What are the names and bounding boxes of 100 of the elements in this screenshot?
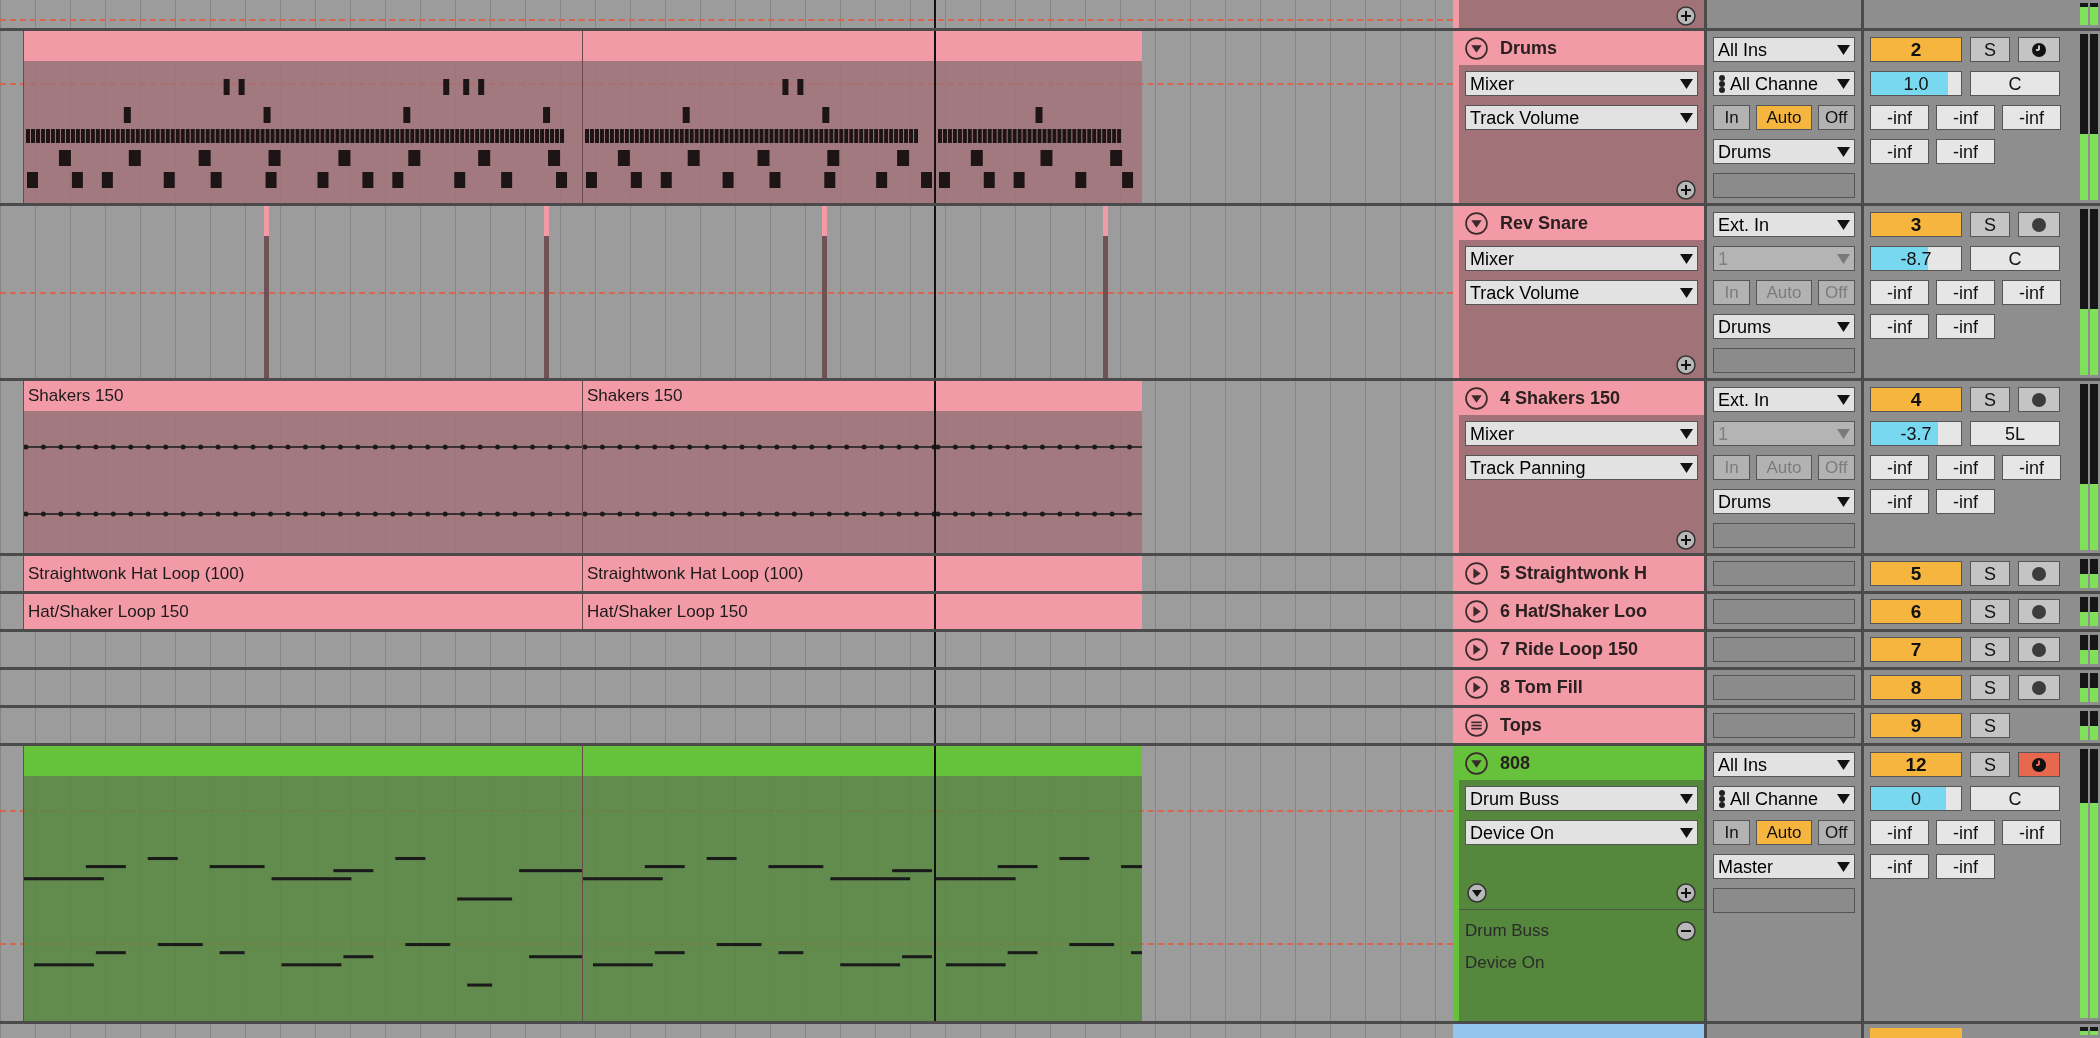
plus-icon[interactable] [1676, 180, 1696, 200]
arm-button[interactable] [2018, 212, 2060, 237]
solo-button[interactable]: S [1970, 37, 2010, 62]
input-type-dropdown[interactable]: Ext. In [1713, 387, 1855, 412]
fold-right-icon[interactable] [1465, 676, 1488, 699]
minus-icon[interactable] [1676, 920, 1696, 941]
track-number-button[interactable]: 12 [1870, 752, 1962, 777]
audio-clip[interactable] [544, 206, 549, 378]
track-name-bar[interactable]: 5 Straightwonk H [1459, 556, 1704, 591]
audio-clip[interactable] [1103, 206, 1108, 378]
track-number-button[interactable]: 4 [1870, 387, 1962, 412]
pan-field[interactable]: C [1970, 786, 2060, 811]
solo-button[interactable]: S [1970, 561, 2010, 586]
solo-button[interactable]: S [1970, 387, 2010, 412]
track-number-button[interactable]: 8 [1870, 675, 1962, 700]
peak-field[interactable]: -inf [1936, 139, 1995, 164]
track-name-bar[interactable]: 808 [1459, 746, 1704, 780]
send-field[interactable]: -inf [1870, 820, 1929, 845]
arm-button[interactable] [2018, 752, 2060, 777]
audio-clip[interactable] [264, 206, 269, 378]
track-name-bar[interactable]: 8 Tom Fill [1459, 670, 1704, 705]
device-dropdown[interactable]: Mixer [1465, 421, 1698, 446]
clip-header[interactable] [582, 746, 935, 776]
plus-icon[interactable] [1676, 355, 1696, 375]
output-dropdown[interactable]: Master [1713, 854, 1855, 879]
peak-field[interactable]: -inf [1936, 854, 1995, 879]
send-field[interactable]: -inf [1870, 455, 1929, 480]
fold-down-icon[interactable] [1465, 211, 1488, 235]
fold-down-icon[interactable] [1465, 36, 1488, 60]
monitor-button[interactable]: Auto [1756, 105, 1812, 130]
clip-header[interactable]: Shakers 150 [582, 381, 935, 411]
clip-header[interactable] [935, 556, 1142, 591]
output-dropdown[interactable]: Drums [1713, 139, 1855, 164]
peak-field[interactable]: -inf [1870, 854, 1929, 879]
device-dropdown[interactable]: Drum Buss [1465, 786, 1698, 811]
parameter-dropdown[interactable]: Device On [1465, 820, 1698, 845]
send-field[interactable]: -inf [2002, 280, 2061, 305]
pan-field[interactable]: C [1970, 71, 2060, 96]
solo-button[interactable]: S [1970, 675, 2010, 700]
send-field[interactable]: -inf [1936, 280, 1995, 305]
audio-clip[interactable] [822, 206, 827, 378]
parameter-dropdown[interactable]: Track Panning [1465, 455, 1698, 480]
peak-field[interactable]: -inf [1870, 314, 1929, 339]
peak-field[interactable]: -inf [1936, 314, 1995, 339]
device-dropdown[interactable]: Mixer [1465, 71, 1698, 96]
solo-button[interactable]: S [1970, 212, 2010, 237]
device-dropdown[interactable]: Mixer [1465, 246, 1698, 271]
track-name-bar[interactable]: Tops [1459, 708, 1704, 743]
clip-header[interactable]: Hat/Shaker Loop 150 [582, 594, 935, 629]
send-field[interactable]: -inf [2002, 820, 2061, 845]
volume-field[interactable]: 0 [1870, 786, 1962, 811]
arm-button[interactable] [2018, 599, 2060, 624]
send-field[interactable]: -inf [1936, 820, 1995, 845]
clip-header[interactable] [935, 594, 1142, 629]
clip-header[interactable] [935, 381, 1142, 411]
clip-header[interactable]: Straightwonk Hat Loop (100) [582, 556, 935, 591]
output-dropdown[interactable]: Drums [1713, 489, 1855, 514]
fold-right-icon[interactable] [1465, 600, 1488, 623]
clip-header[interactable] [23, 31, 582, 61]
send-field[interactable]: -inf [1870, 105, 1929, 130]
input-type-dropdown[interactable]: All Ins [1713, 752, 1855, 777]
solo-button[interactable]: S [1970, 599, 2010, 624]
track-name-bar[interactable]: Drums [1459, 31, 1704, 65]
solo-button[interactable]: S [1970, 637, 2010, 662]
peak-field[interactable]: -inf [1936, 489, 1995, 514]
arm-button[interactable] [2018, 387, 2060, 412]
arm-button[interactable] [2018, 37, 2060, 62]
track-number-button[interactable]: 9 [1870, 713, 1962, 738]
fold-down-icon[interactable] [1465, 751, 1488, 775]
send-field[interactable]: -inf [2002, 455, 2061, 480]
plus-icon[interactable] [1676, 6, 1696, 26]
input-type-dropdown[interactable]: All Ins [1713, 37, 1855, 62]
send-field[interactable]: -inf [1936, 455, 1995, 480]
volume-field[interactable]: -8.7 [1870, 246, 1962, 271]
clip-header[interactable] [935, 31, 1142, 61]
arm-button[interactable] [2018, 561, 2060, 586]
monitor-button[interactable]: Auto [1756, 820, 1812, 845]
fold-down-icon[interactable] [1467, 883, 1487, 903]
volume-field[interactable]: -3.7 [1870, 421, 1962, 446]
clip-header[interactable]: Hat/Shaker Loop 150 [23, 594, 582, 629]
send-field[interactable]: -inf [1936, 105, 1995, 130]
clip-header[interactable]: Straightwonk Hat Loop (100) [23, 556, 582, 591]
track-number-button[interactable]: 7 [1870, 637, 1962, 662]
list-icon[interactable] [1465, 714, 1488, 737]
track-number-button[interactable] [1870, 1028, 1962, 1038]
parameter-dropdown[interactable]: Track Volume [1465, 280, 1698, 305]
parameter-dropdown[interactable]: Track Volume [1465, 105, 1698, 130]
monitor-button[interactable]: Off [1817, 820, 1855, 845]
arm-button[interactable] [2018, 675, 2060, 700]
track-name-bar[interactable]: Rev Snare [1459, 206, 1704, 240]
pan-field[interactable]: C [1970, 246, 2060, 271]
arm-button[interactable] [2018, 637, 2060, 662]
clip-header[interactable]: Shakers 150 [23, 381, 582, 411]
track-number-button[interactable]: 5 [1870, 561, 1962, 586]
monitor-button[interactable]: In [1713, 105, 1751, 130]
plus-icon[interactable] [1676, 883, 1696, 903]
output-dropdown[interactable]: Drums [1713, 314, 1855, 339]
peak-field[interactable]: -inf [1870, 139, 1929, 164]
fold-right-icon[interactable] [1465, 638, 1488, 661]
plus-icon[interactable] [1676, 530, 1696, 550]
